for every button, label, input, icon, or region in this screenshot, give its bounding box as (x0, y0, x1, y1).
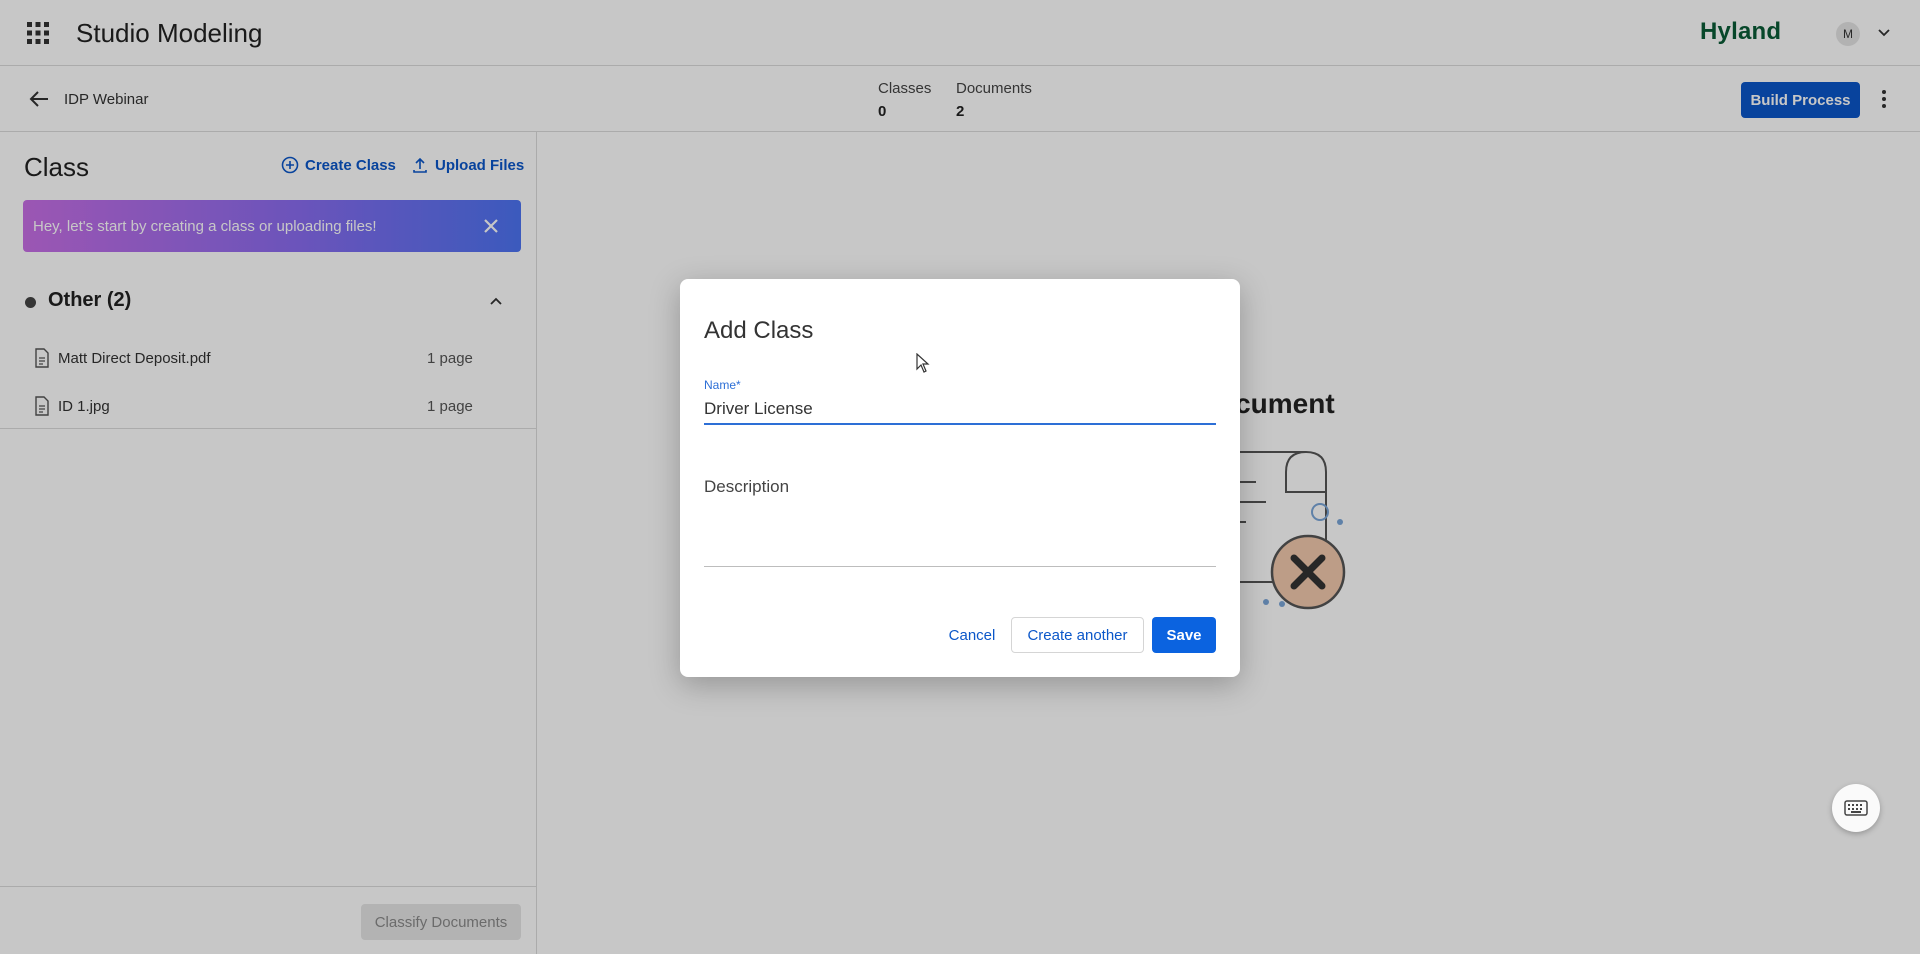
keyboard-shortcuts-button[interactable] (1832, 784, 1880, 832)
description-input[interactable] (704, 501, 1216, 567)
dialog-title: Add Class (704, 317, 814, 344)
cancel-button[interactable]: Cancel (942, 617, 1002, 653)
app-root: Studio Modeling Hyland M IDP Webinar Cla… (0, 0, 1920, 954)
keyboard-icon (1844, 800, 1868, 816)
save-button[interactable]: Save (1152, 617, 1216, 653)
create-another-button[interactable]: Create another (1011, 617, 1144, 653)
add-class-dialog: Add Class Name* Description Cancel Creat… (680, 279, 1240, 677)
description-field-label: Description (704, 477, 790, 496)
name-field-label: Name* (704, 378, 741, 392)
mouse-cursor-icon (916, 353, 930, 373)
class-name-input[interactable] (704, 395, 1216, 425)
